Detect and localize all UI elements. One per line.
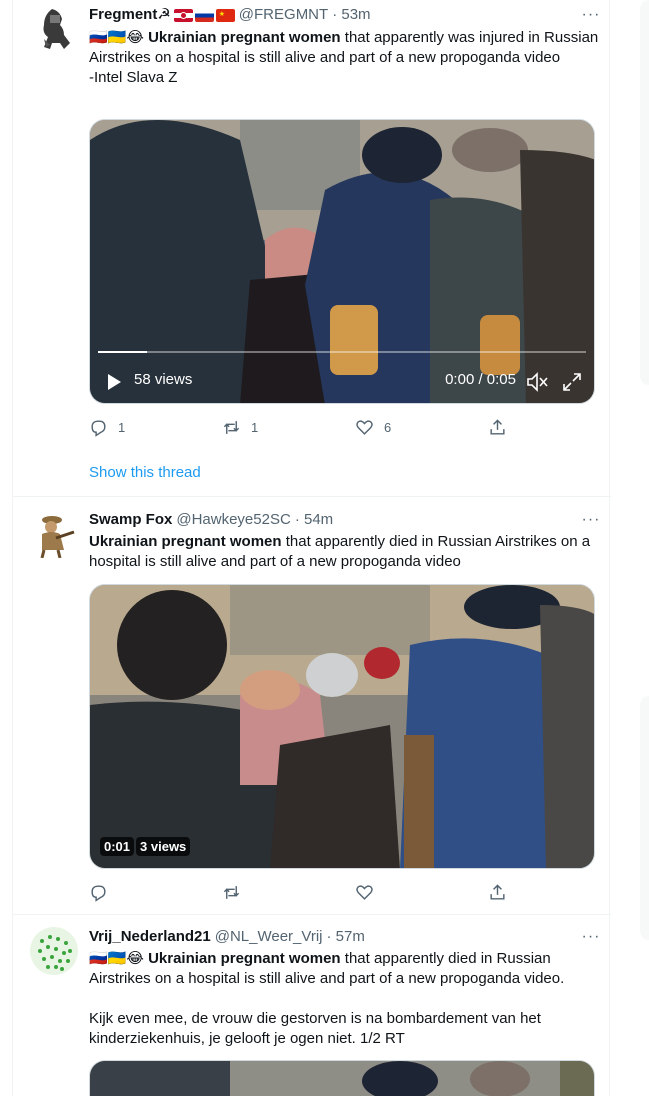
view-count: 3 views (136, 837, 191, 856)
tweet-paragraph: Kijk even mee, de vrouw die gestorven is… (89, 1010, 541, 1047)
timestamp[interactable]: · 57m (327, 927, 365, 947)
tweet[interactable]: Vrij_Nederland21 @NL_Weer_Vrij · 57m ···… (13, 915, 611, 1096)
timeline-feed: Fregment☭ ★ @FREGMNT · 53m ··· 🇷🇺🇺🇦😂 Ukr… (12, 0, 611, 1096)
video-player[interactable] (89, 1060, 595, 1096)
more-icon[interactable]: ··· (581, 5, 601, 25)
more-icon[interactable]: ··· (581, 927, 601, 947)
handle[interactable]: @FREGMNT (239, 5, 328, 25)
video-time: 0:00 / 0:05 (445, 371, 516, 388)
tweet-actions: 1 1 6 (89, 417, 519, 437)
reply-count: 1 (118, 419, 126, 435)
tweet-actions (89, 882, 519, 902)
video-duration: 0:01 (100, 837, 135, 856)
play-icon[interactable] (106, 373, 122, 391)
tweet[interactable]: Fregment☭ ★ @FREGMNT · 53m ··· 🇷🇺🇺🇦😂 Ukr… (13, 0, 611, 497)
video-player[interactable]: 58 views 0:00 / 0:05 (89, 119, 595, 404)
timestamp[interactable]: · 53m (332, 5, 370, 25)
retweet-button[interactable] (222, 882, 355, 902)
share-icon (490, 883, 505, 900)
like-button[interactable] (355, 882, 488, 902)
retweet-count: 1 (251, 419, 259, 435)
display-name[interactable]: Swamp Fox (89, 510, 172, 530)
timestamp[interactable]: · 54m (295, 510, 333, 530)
show-thread-link[interactable]: Show this thread (89, 464, 201, 481)
tweet-header: Swamp Fox @Hawkeye52SC · 54m ··· (89, 510, 601, 530)
handle[interactable]: @NL_Weer_Vrij (215, 927, 323, 947)
retweet-button[interactable]: 1 (222, 417, 355, 437)
tweet-header: Fregment☭ ★ @FREGMNT · 53m ··· (89, 5, 601, 25)
like-count: 6 (384, 419, 392, 435)
progress-bar[interactable] (98, 351, 586, 353)
video-controls: 58 views 0:00 / 0:05 (90, 343, 594, 403)
heart-icon (356, 419, 373, 435)
video-frame (90, 1061, 594, 1096)
tweet-bold-text: Ukrainian pregnant women (89, 533, 282, 550)
like-button[interactable]: 6 (355, 417, 488, 437)
reply-button[interactable] (89, 882, 222, 902)
avatar[interactable] (30, 510, 78, 559)
share-button[interactable] (488, 417, 518, 437)
retweet-icon (223, 885, 240, 899)
flags-icon: ★ (173, 8, 235, 22)
share-icon (490, 418, 505, 435)
reply-icon (91, 419, 106, 437)
tweet-bold-text: Ukrainian pregnant women (148, 29, 341, 46)
retweet-icon (223, 420, 240, 434)
share-button[interactable] (488, 882, 518, 902)
reply-icon (91, 884, 106, 902)
right-sidebar (640, 0, 649, 1096)
view-count: 58 views (134, 371, 193, 388)
fullscreen-icon[interactable] (562, 372, 582, 392)
display-name[interactable]: Vrij_Nederland21 (89, 927, 211, 947)
tweet-text: 🇷🇺🇺🇦😂 Ukrainian pregnant women that appa… (89, 949, 599, 1049)
tweet-text: 🇷🇺🇺🇦😂 Ukrainian pregnant women that appa… (89, 28, 599, 88)
tweet-header: Vrij_Nederland21 @NL_Weer_Vrij · 57m ··· (89, 927, 601, 947)
more-icon[interactable]: ··· (581, 510, 601, 530)
mute-icon[interactable] (526, 372, 548, 392)
video-badges: 0:01 3 views (100, 837, 191, 856)
emoji-flags: 🇷🇺🇺🇦😂 (89, 29, 144, 46)
tweet-signature: -Intel Slava Z (89, 69, 178, 86)
sidebar-card (640, 696, 649, 940)
display-name[interactable]: Fregment☭ (89, 5, 171, 25)
sidebar-card (640, 0, 649, 385)
tweet[interactable]: Swamp Fox @Hawkeye52SC · 54m ··· Ukraini… (13, 497, 611, 915)
tweet-text: Ukrainian pregnant women that apparently… (89, 532, 599, 572)
avatar[interactable] (30, 927, 78, 975)
video-player[interactable]: 0:01 3 views (89, 584, 595, 869)
reply-button[interactable]: 1 (89, 417, 222, 437)
emoji-flags: 🇷🇺🇺🇦😂 (89, 950, 144, 967)
tweet-bold-text: Ukrainian pregnant women (148, 950, 341, 967)
handle[interactable]: @Hawkeye52SC (176, 510, 290, 530)
heart-icon (356, 884, 373, 900)
avatar[interactable] (30, 5, 78, 53)
video-frame (90, 585, 594, 868)
